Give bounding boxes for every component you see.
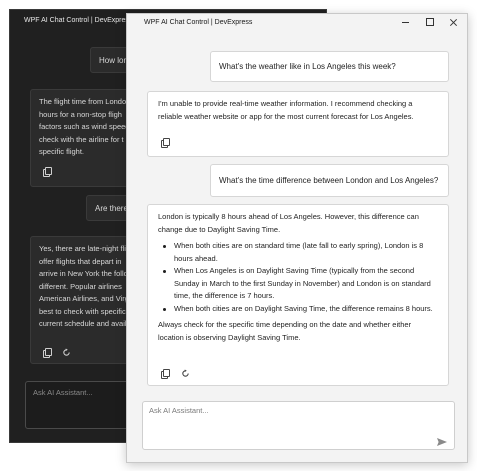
bullet-list: When both cities are on standard time (l… bbox=[158, 240, 438, 315]
message-actions bbox=[161, 138, 170, 148]
user-message: What's the weather like in Los Angeles t… bbox=[210, 51, 449, 82]
user-message-text: Are there bbox=[95, 203, 128, 213]
message-line: reliable weather website or app for the … bbox=[158, 111, 414, 121]
user-message-text: What's the weather like in Los Angeles t… bbox=[219, 62, 396, 71]
message-line: Sunday in March to the first Sunday in N… bbox=[174, 278, 431, 288]
regenerate-icon[interactable] bbox=[181, 369, 190, 378]
bullet-icon bbox=[163, 307, 166, 311]
message-line: When Los Angeles is on Daylight Saving T… bbox=[174, 266, 415, 275]
assistant-message: I'm unable to provide real-time weather … bbox=[147, 91, 449, 157]
window-title: WPF AI Chat Control | DevExpress bbox=[144, 19, 253, 26]
message-line: London is typically 8 hours ahead of Los… bbox=[158, 212, 419, 221]
prompt-input[interactable] bbox=[149, 406, 429, 415]
window-controls bbox=[401, 16, 459, 28]
regenerate-icon[interactable] bbox=[62, 348, 71, 357]
message-line: change due to Daylight Saving Time. bbox=[158, 224, 281, 234]
list-item: When both cities are on Daylight Saving … bbox=[158, 303, 438, 316]
close-icon[interactable] bbox=[449, 16, 459, 28]
prompt-input-box bbox=[142, 401, 455, 450]
copy-icon[interactable] bbox=[43, 348, 52, 358]
user-message-text: What's the time difference between Londo… bbox=[219, 176, 439, 185]
message-line: location is observing Daylight Saving Ti… bbox=[158, 332, 301, 342]
minimize-icon[interactable] bbox=[401, 16, 411, 28]
copy-icon[interactable] bbox=[161, 369, 170, 379]
user-message: What's the time difference between Londo… bbox=[210, 164, 449, 197]
message-line: time, the difference is 7 hours. bbox=[174, 291, 275, 300]
send-icon[interactable] bbox=[436, 434, 448, 446]
window-title: WPF AI Chat Control | DevExpress bbox=[24, 17, 133, 24]
copy-icon[interactable] bbox=[161, 138, 170, 148]
input-placeholder: Ask AI Assistant... bbox=[33, 388, 93, 397]
message-line: Always check for the specific time depen… bbox=[158, 320, 412, 329]
message-actions bbox=[161, 369, 190, 379]
chat-window: WPF AI Chat Control | DevExpress What's … bbox=[126, 13, 468, 463]
maximize-icon[interactable] bbox=[425, 16, 435, 28]
bullet-icon bbox=[163, 270, 166, 273]
message-line: I'm unable to provide real-time weather … bbox=[158, 99, 413, 108]
message-line: When both cities are on standard time (l… bbox=[174, 241, 424, 250]
assistant-message: London is typically 8 hours ahead of Los… bbox=[147, 204, 449, 386]
message-actions bbox=[43, 348, 71, 358]
list-item: When Los Angeles is on Daylight Saving T… bbox=[158, 265, 438, 303]
message-actions bbox=[43, 167, 52, 177]
message-line: hours ahead. bbox=[174, 253, 218, 263]
bullet-icon bbox=[163, 245, 166, 248]
copy-icon[interactable] bbox=[43, 167, 52, 177]
message-line: When both cities are on Daylight Saving … bbox=[174, 303, 433, 313]
list-item: When both cities are on standard time (l… bbox=[158, 240, 438, 265]
